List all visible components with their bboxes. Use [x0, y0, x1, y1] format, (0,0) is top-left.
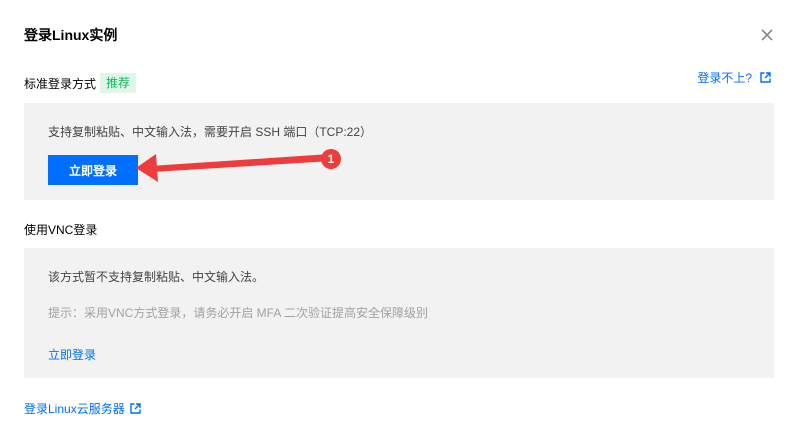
- recommended-badge: 推荐: [100, 73, 137, 93]
- vnc-login-label: 使用VNC登录: [24, 223, 98, 237]
- close-icon[interactable]: [759, 27, 775, 43]
- dialog-title: 登录Linux实例: [24, 27, 118, 43]
- standard-login-label: 标准登录方式: [24, 76, 97, 91]
- standard-login-description: 支持复制粘贴、中文输入法，需要开启 SSH 端口（TCP:22）: [48, 125, 373, 139]
- vnc-login-heading: 使用VNC登录: [24, 221, 97, 238]
- login-dialog: 登录Linux实例 标准登录方式 推荐 登录不上? 支持复制粘贴、中文输入法，需…: [0, 0, 799, 441]
- standard-login-heading: 标准登录方式 推荐: [24, 73, 137, 93]
- vnc-login-panel: 该方式暂不支持复制粘贴、中文输入法。 提示：采用VNC方式登录，请务必开启 MF…: [24, 248, 774, 378]
- external-link-icon: [130, 403, 141, 414]
- linux-server-login-doc-link[interactable]: 登录Linux云服务器: [24, 400, 141, 417]
- login-now-button[interactable]: 立即登录: [48, 155, 138, 185]
- cannot-login-link[interactable]: 登录不上?: [697, 69, 771, 86]
- standard-login-panel: 支持复制粘贴、中文输入法，需要开启 SSH 端口（TCP:22） 立即登录: [24, 103, 774, 200]
- cannot-login-label: 登录不上?: [697, 71, 752, 85]
- vnc-login-description: 该方式暂不支持复制粘贴、中文输入法。: [48, 270, 265, 284]
- vnc-mfa-hint: 提示：采用VNC方式登录，请务必开启 MFA 二次验证提高安全保障级别: [48, 306, 429, 320]
- step-number-badge: 1: [321, 149, 341, 169]
- vnc-login-now-link[interactable]: 立即登录: [48, 346, 96, 363]
- external-link-icon: [760, 72, 771, 83]
- linux-server-login-doc-label: 登录Linux云服务器: [24, 402, 125, 416]
